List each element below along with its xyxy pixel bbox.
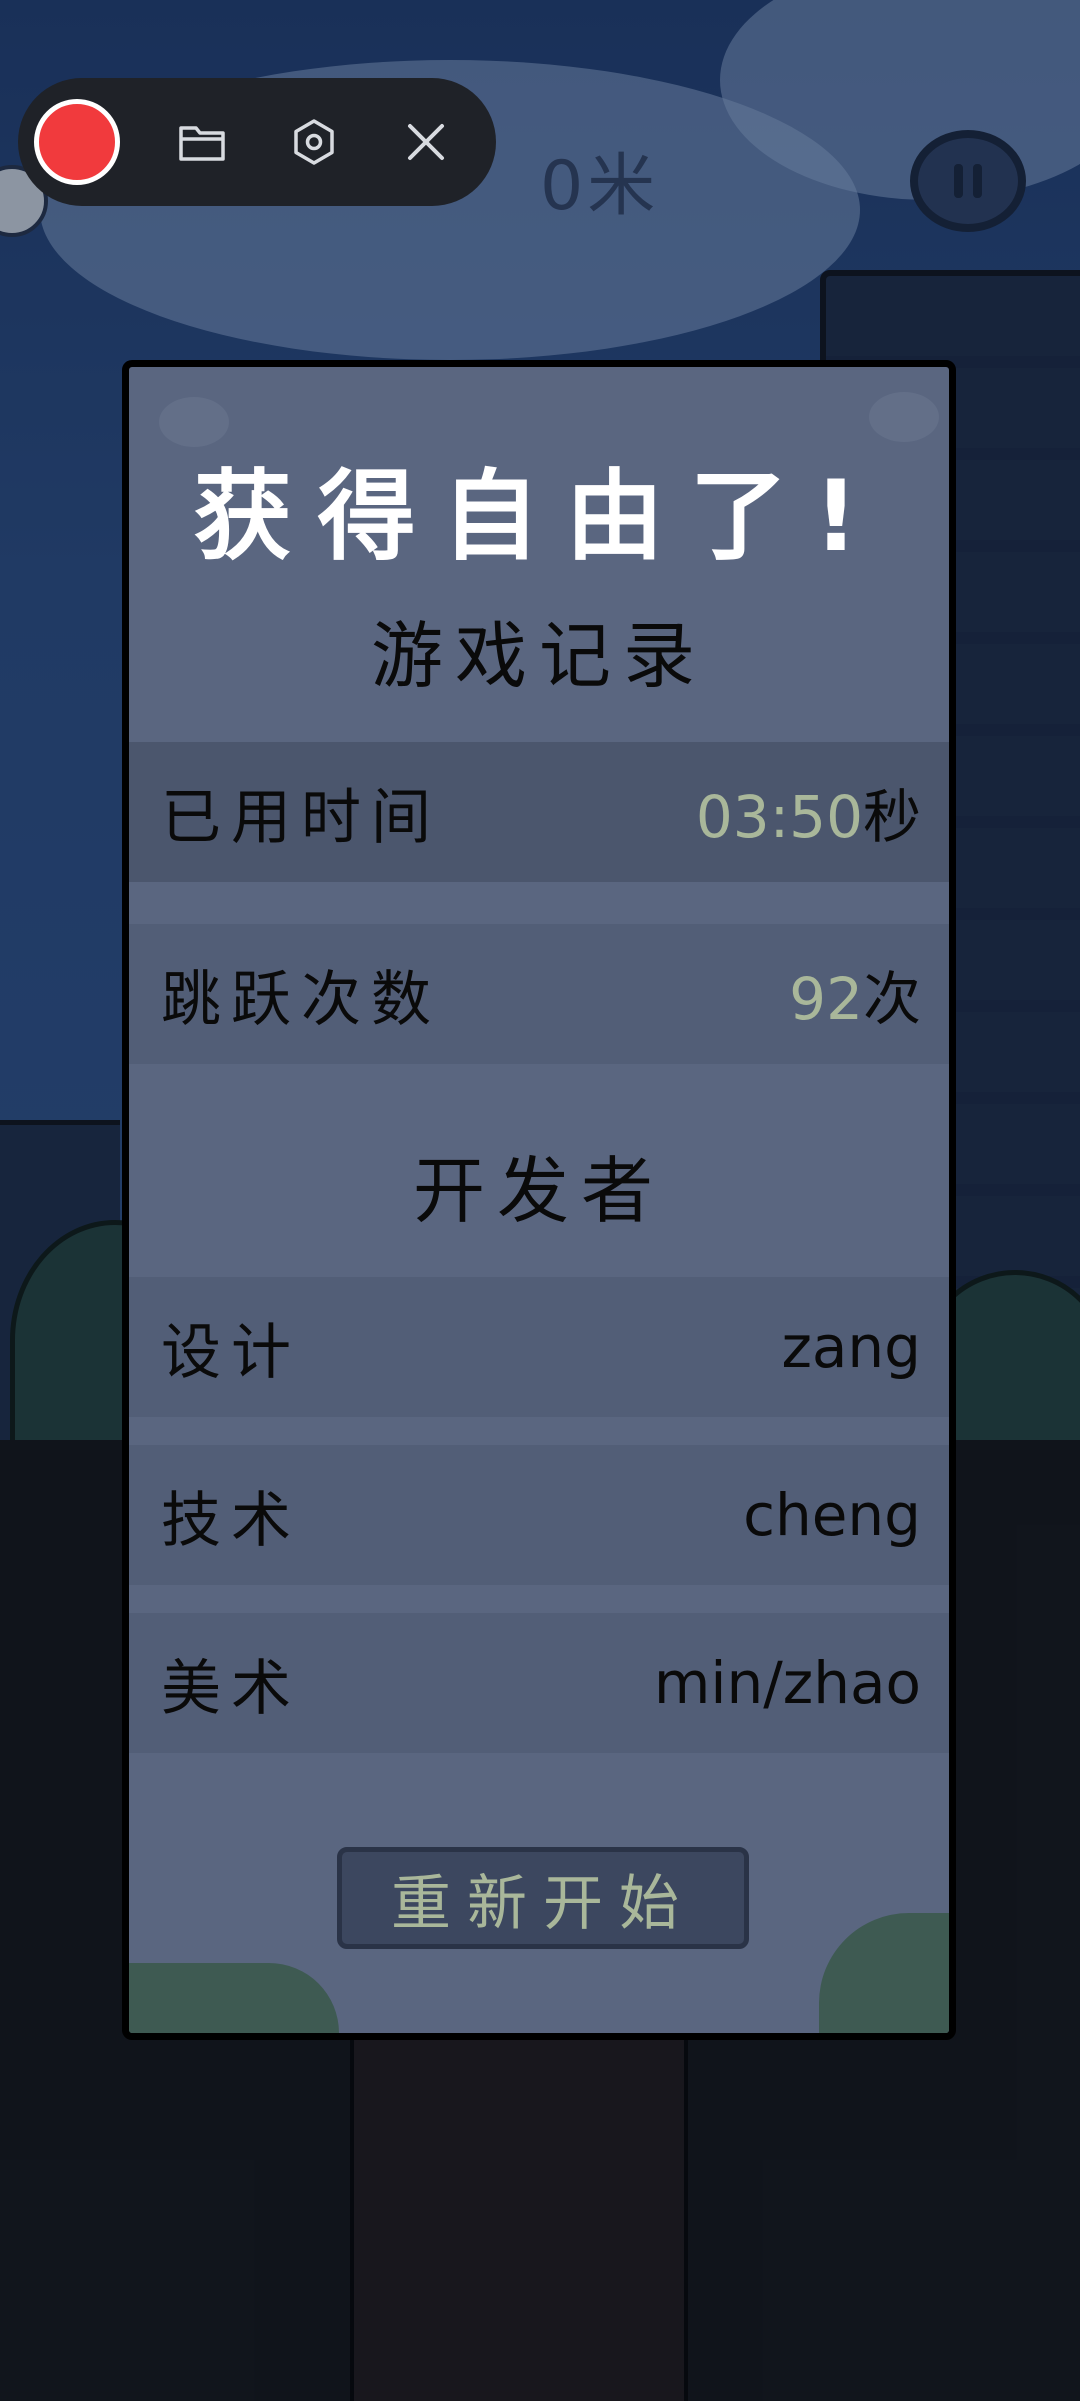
folder-icon xyxy=(179,126,225,161)
developer-row-art: 美术 min/zhao xyxy=(129,1613,949,1753)
grass-decoration xyxy=(129,1963,339,2033)
record-value: 92次 xyxy=(789,965,921,1033)
record-label: 跳跃次数 xyxy=(161,964,441,1035)
developer-name: cheng xyxy=(743,1481,921,1549)
close-icon xyxy=(408,124,444,160)
folder-button[interactable] xyxy=(172,112,232,172)
record-row-time: 已用时间 03:50秒 xyxy=(129,742,949,882)
record-header: 游戏记录 xyxy=(370,614,707,698)
record-label: 已用时间 xyxy=(161,782,441,853)
settings-button[interactable] xyxy=(284,112,344,172)
developer-name: zang xyxy=(781,1313,921,1381)
developer-row-tech: 技术 cheng xyxy=(129,1445,949,1585)
decoration xyxy=(869,392,939,442)
panel-title: 获得自由了! xyxy=(193,460,885,574)
record-value: 03:50秒 xyxy=(695,783,921,851)
developer-role: 设计 xyxy=(161,1317,301,1388)
restart-button[interactable]: 重新开始 xyxy=(337,1847,749,1949)
screen-recorder-bar xyxy=(18,78,496,206)
developer-row-design: 设计 zang xyxy=(129,1277,949,1417)
settings-icon xyxy=(294,119,334,165)
developer-role: 美术 xyxy=(161,1653,301,1724)
developer-role: 技术 xyxy=(161,1485,301,1556)
developer-header: 开发者 xyxy=(412,1149,665,1233)
developer-name: min/zhao xyxy=(653,1649,921,1717)
record-button[interactable] xyxy=(34,99,120,185)
record-row-jumps: 跳跃次数 92次 xyxy=(129,924,949,1064)
grass-decoration xyxy=(819,1913,949,2033)
result-panel: 获得自由了! 游戏记录 已用时间 03:50秒 跳跃次数 92次 开发者 设计 … xyxy=(122,360,956,2040)
close-button[interactable] xyxy=(396,112,456,172)
